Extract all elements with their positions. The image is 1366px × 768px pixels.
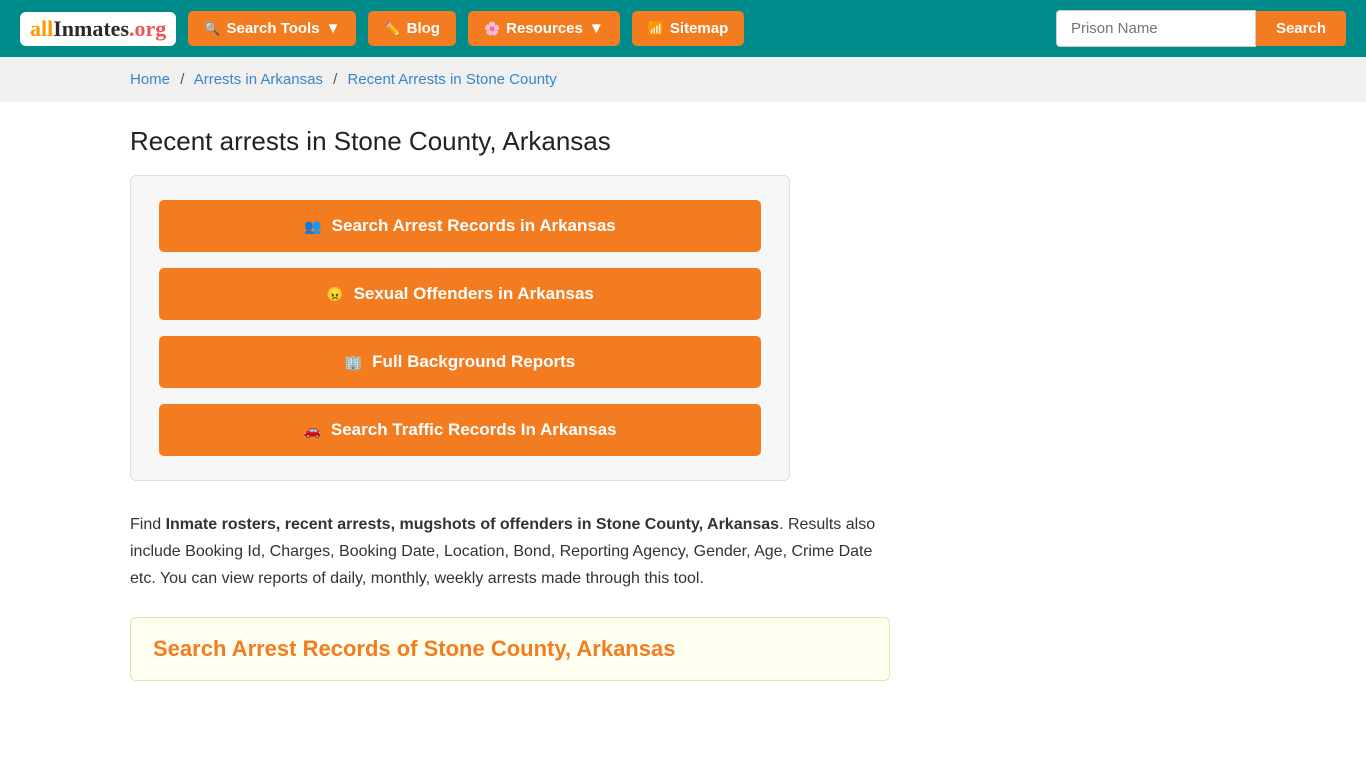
header-search: Search xyxy=(1056,10,1346,47)
breadcrumb-arrests-arkansas[interactable]: Arrests in Arkansas xyxy=(194,71,323,88)
sexual-offenders-button[interactable]: Sexual Offenders in Arkansas xyxy=(159,268,761,320)
arrest-records-button[interactable]: Search Arrest Records in Arkansas xyxy=(159,200,761,252)
resources-button[interactable]: Resources ▼ xyxy=(468,11,620,46)
traffic-records-button[interactable]: Search Traffic Records In Arkansas xyxy=(159,404,761,456)
prison-search-button[interactable]: Search xyxy=(1256,11,1346,46)
sexual-offenders-label: Sexual Offenders in Arkansas xyxy=(354,284,594,304)
angry-icon xyxy=(326,284,343,304)
sitemap-button[interactable]: Sitemap xyxy=(632,11,745,46)
prison-search-input[interactable] xyxy=(1056,10,1256,47)
search-records-title: Search Arrest Records of Stone County, A… xyxy=(153,636,867,662)
car-icon xyxy=(303,420,320,440)
search-tools-label: Search Tools xyxy=(226,20,319,37)
sitemap-icon xyxy=(648,20,664,37)
dropdown-arrow-icon: ▼ xyxy=(326,20,341,37)
blog-button[interactable]: Blog xyxy=(368,11,456,46)
breadcrumb-home[interactable]: Home xyxy=(130,71,170,88)
search-icon xyxy=(204,20,220,37)
arrest-records-label: Search Arrest Records in Arkansas xyxy=(332,216,616,236)
page-title: Recent arrests in Stone County, Arkansas xyxy=(130,126,1236,157)
site-logo[interactable]: allInmates.org xyxy=(20,12,176,46)
building-icon xyxy=(345,352,362,372)
background-reports-button[interactable]: Full Background Reports xyxy=(159,336,761,388)
resources-icon xyxy=(484,20,500,37)
search-button-label: Search xyxy=(1276,20,1326,37)
background-reports-label: Full Background Reports xyxy=(372,352,575,372)
description-bold: Inmate rosters, recent arrests, mugshots… xyxy=(166,516,779,533)
breadcrumb-sep-2: / xyxy=(333,71,337,88)
dropdown-arrow-resources-icon: ▼ xyxy=(589,20,604,37)
traffic-records-label: Search Traffic Records In Arkansas xyxy=(331,420,617,440)
site-header: allInmates.org Search Tools ▼ Blog Resou… xyxy=(0,0,1366,57)
blog-icon xyxy=(384,20,400,37)
search-records-box: Search Arrest Records of Stone County, A… xyxy=(130,617,890,681)
logo-org: .org xyxy=(129,16,166,41)
search-tools-button[interactable]: Search Tools ▼ xyxy=(188,11,356,46)
breadcrumb-sep-1: / xyxy=(180,71,184,88)
people-icon xyxy=(304,216,321,236)
logo-inmates: Inmates xyxy=(53,16,129,41)
description-intro: Find xyxy=(130,516,166,533)
main-content: Recent arrests in Stone County, Arkansas… xyxy=(0,102,1366,721)
description-text: Find Inmate rosters, recent arrests, mug… xyxy=(130,511,890,593)
logo-all: all xyxy=(30,16,53,41)
breadcrumb: Home / Arrests in Arkansas / Recent Arre… xyxy=(0,57,1366,102)
blog-label: Blog xyxy=(407,20,440,37)
action-buttons-box: Search Arrest Records in Arkansas Sexual… xyxy=(130,175,790,481)
resources-label: Resources xyxy=(506,20,583,37)
sitemap-label: Sitemap xyxy=(670,20,728,37)
breadcrumb-current: Recent Arrests in Stone County xyxy=(347,71,556,88)
